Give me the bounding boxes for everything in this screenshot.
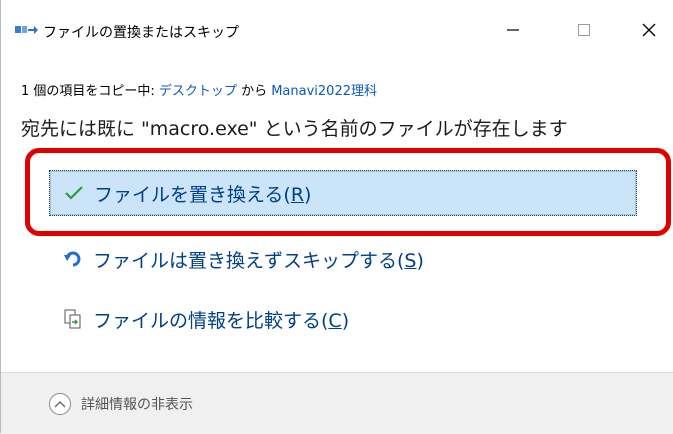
- skip-file-label: ファイルは置き換えずスキップする(S): [93, 249, 424, 272]
- copy-progress-text: 1 個の項目をコピー中: デスクトップ から Manavi2022理科: [21, 80, 377, 99]
- minimize-button[interactable]: [490, 12, 536, 48]
- conflict-heading: 宛先には既に "macro.exe" という名前のファイルが存在します: [21, 118, 568, 140]
- chevron-up-circle-icon: [49, 393, 71, 415]
- skip-file-option[interactable]: ファイルは置き換えずスキップする(S): [49, 236, 637, 282]
- checkmark-icon: [64, 185, 94, 201]
- hide-details-toggle[interactable]: 詳細情報の非表示: [49, 393, 193, 415]
- hide-details-label: 詳細情報の非表示: [81, 397, 193, 413]
- skip-arrow-icon: [63, 249, 93, 269]
- compare-info-label: ファイルの情報を比較する(C): [93, 309, 350, 332]
- close-button[interactable]: [626, 12, 672, 48]
- compare-info-option[interactable]: ファイルの情報を比較する(C): [49, 296, 637, 342]
- close-icon: [642, 23, 656, 37]
- title-bar: ファイルの置換またはスキップ: [1, 0, 673, 58]
- compare-files-icon: [63, 309, 93, 329]
- replace-file-label: ファイルを置き換える(R): [94, 183, 312, 206]
- dialog-footer: 詳細情報の非表示: [1, 372, 673, 434]
- source-folder-link[interactable]: デスクトップ: [159, 84, 237, 99]
- destination-folder-link[interactable]: Manavi2022理科: [271, 84, 377, 99]
- copy-count-text: 1 個の項目をコピー中:: [21, 84, 159, 99]
- replace-file-option[interactable]: ファイルを置き換える(R): [49, 170, 637, 216]
- window-title: ファイルの置換またはスキップ: [43, 25, 239, 41]
- replace-or-skip-dialog: ファイルの置換またはスキップ 1 個の項目をコピー中: デスクトップ から Ma…: [0, 0, 673, 434]
- maximize-icon: [578, 24, 590, 36]
- move-files-icon: [15, 22, 39, 36]
- from-connector-text: から: [236, 84, 272, 99]
- maximize-button[interactable]: [561, 12, 607, 48]
- minimize-icon: [507, 29, 519, 31]
